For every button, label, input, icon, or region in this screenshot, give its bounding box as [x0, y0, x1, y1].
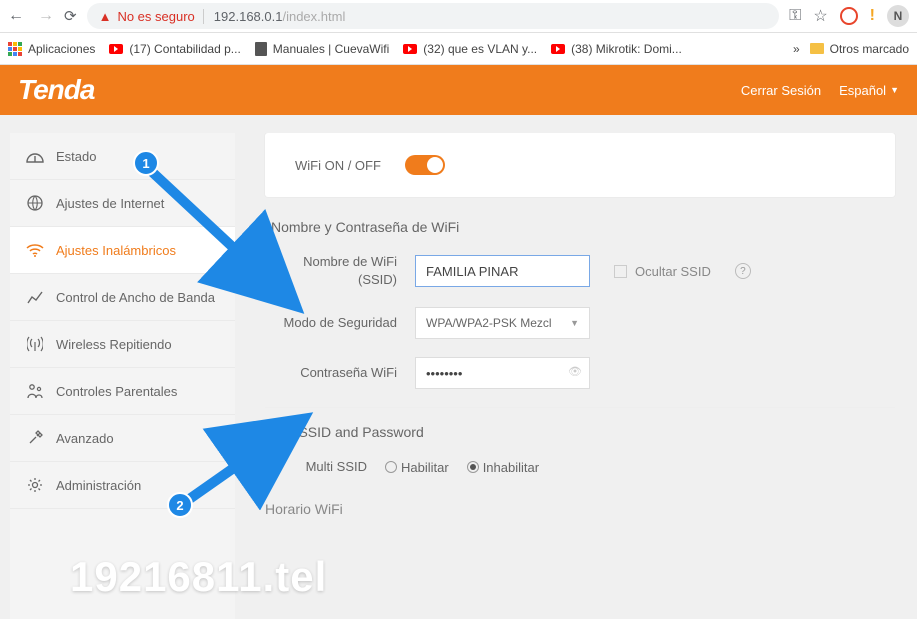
annotation-badge-2: 2 — [167, 492, 193, 518]
dashboard-icon — [26, 148, 44, 164]
schedule-title: Horario WiFi — [265, 501, 895, 517]
multi-ssid-title: Multi SSID and Password — [265, 424, 895, 440]
disable-radio[interactable] — [467, 461, 479, 473]
bookmarks-bar: Aplicaciones (17) Contabilidad p... Manu… — [0, 33, 917, 65]
chevron-down-icon: ▼ — [570, 318, 579, 328]
enable-label: Habilitar — [401, 460, 449, 475]
warning-icon: ▲ — [99, 9, 112, 24]
apps-grid-icon — [8, 42, 22, 56]
bookmark-star-icon[interactable]: ☆ — [813, 6, 827, 26]
browser-toolbar: ← → ⟳ ▲ No es seguro 192.168.0.1/index.h… — [0, 0, 917, 33]
globe-icon — [26, 195, 44, 211]
password-input[interactable] — [415, 357, 590, 389]
language-selector[interactable]: Español ▼ — [839, 83, 899, 98]
disable-label: Inhabilitar — [483, 460, 539, 475]
doc-icon — [255, 42, 267, 56]
annotation-arrow-1 — [142, 162, 322, 332]
annotation-arrow-2 — [180, 400, 330, 510]
forward-button[interactable]: → — [38, 7, 54, 25]
app-header: Tenda Cerrar Sesión Español ▼ — [0, 65, 917, 115]
chart-icon — [26, 289, 44, 305]
security-row: Modo de Seguridad WPA/WPA2-PSK Mezcl ▼ — [265, 307, 895, 339]
profile-avatar[interactable]: N — [887, 5, 909, 27]
brand-logo: Tenda — [18, 74, 94, 106]
section-title: Nombre y Contraseña de WiFi — [265, 219, 895, 235]
logout-link[interactable]: Cerrar Sesión — [741, 83, 821, 98]
bookmark-item[interactable]: Manuales | CuevaWifi — [255, 42, 390, 56]
show-password-icon[interactable]: 👁 — [568, 365, 582, 378]
nav-arrows: ← → — [8, 7, 54, 25]
multi-ssid-section: Multi SSID and Password Multi SSID Habil… — [265, 407, 895, 476]
opera-icon[interactable] — [840, 7, 858, 25]
bookmarks-overflow[interactable]: » — [793, 42, 800, 56]
bookmark-item[interactable]: (32) que es VLAN y... — [403, 42, 537, 56]
family-icon — [26, 383, 44, 399]
chevron-down-icon: ▼ — [890, 85, 899, 95]
key-icon[interactable]: ⚿ — [789, 7, 801, 25]
gear-icon — [26, 477, 44, 493]
folder-icon — [810, 43, 824, 54]
youtube-icon — [551, 44, 565, 54]
content-area: WiFi ON / OFF Nombre y Contraseña de WiF… — [235, 133, 907, 619]
ssid-input[interactable] — [415, 255, 590, 287]
tools-icon — [26, 430, 44, 446]
insecure-label: No es seguro — [117, 9, 194, 24]
wifi-toggle[interactable] — [405, 155, 445, 175]
hide-ssid-label: Ocultar SSID — [635, 264, 711, 279]
bookmark-item[interactable]: (17) Contabilidad p... — [109, 42, 240, 56]
annotation-badge-1: 1 — [133, 150, 159, 176]
watermark-text: 19216811.tel — [70, 553, 327, 601]
url-text: 192.168.0.1/index.html — [203, 9, 346, 24]
wifi-onoff-card: WiFi ON / OFF — [265, 133, 895, 197]
wifi-settings-section: Nombre y Contraseña de WiFi Nombre de Wi… — [265, 219, 895, 517]
url-bar[interactable]: ▲ No es seguro 192.168.0.1/index.html — [87, 3, 780, 29]
password-label: Contraseña WiFi — [265, 364, 415, 382]
enable-radio[interactable] — [385, 461, 397, 473]
ssid-row: Nombre de WiFi (SSID) Ocultar SSID ? — [265, 253, 895, 289]
main-layout: Estado Ajustes de Internet Ajustes Inalá… — [0, 115, 917, 619]
alert-icon[interactable]: ! — [870, 7, 875, 25]
antenna-icon — [26, 336, 44, 352]
security-select[interactable]: WPA/WPA2-PSK Mezcl ▼ — [415, 307, 590, 339]
back-button[interactable]: ← — [8, 7, 24, 25]
youtube-icon — [403, 44, 417, 54]
other-bookmarks[interactable]: Otros marcado — [810, 42, 909, 56]
youtube-icon — [109, 44, 123, 54]
help-icon[interactable]: ? — [735, 263, 751, 279]
password-row: Contraseña WiFi 👁 — [265, 357, 895, 389]
reload-button[interactable]: ⟳ — [64, 7, 77, 25]
apps-label: Aplicaciones — [28, 42, 95, 56]
hide-ssid-checkbox[interactable] — [614, 265, 627, 278]
wifi-icon — [26, 242, 44, 258]
security-warning: ▲ No es seguro — [99, 9, 195, 24]
apps-button[interactable]: Aplicaciones — [8, 42, 95, 56]
browser-right-controls: ⚿ ☆ ! N — [789, 5, 909, 27]
bookmark-item[interactable]: (38) Mikrotik: Domi... — [551, 42, 682, 56]
